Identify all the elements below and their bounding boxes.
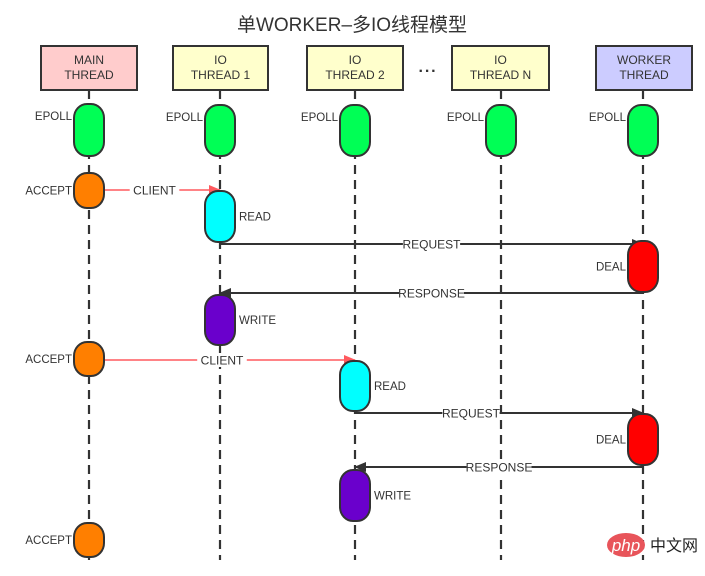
read-label: READ bbox=[374, 381, 406, 393]
accept-label: ACCEPT bbox=[25, 354, 72, 366]
epoll-label: EPOLL bbox=[166, 112, 204, 124]
activation-accept: ACCEPT bbox=[25, 172, 105, 209]
activation-deal: DEAL bbox=[596, 413, 659, 466]
thread-header-label: THREAD bbox=[619, 68, 669, 82]
message-request: REQUEST bbox=[355, 406, 644, 421]
deal-node bbox=[627, 413, 659, 466]
message-request: REQUEST bbox=[220, 237, 644, 252]
epoll-label: EPOLL bbox=[447, 112, 485, 124]
message-label: CLIENT bbox=[133, 184, 176, 198]
ellipsis: ··· bbox=[419, 63, 438, 80]
deal-label: DEAL bbox=[596, 262, 627, 274]
thread-header-label: IO bbox=[494, 53, 507, 67]
thread-header-io1: IOTHREAD 1 bbox=[172, 45, 269, 91]
message-label: CLIENT bbox=[201, 354, 244, 368]
write-node bbox=[204, 294, 236, 346]
activation-deal: DEAL bbox=[596, 240, 659, 293]
activation-epoll: EPOLL bbox=[589, 104, 659, 157]
activation-write: WRITE bbox=[339, 469, 411, 522]
activations: EPOLL EPOLL EPOLL EPOLL EPOLL ACCEPT READ DEAL W… bbox=[25, 103, 659, 558]
message-label: RESPONSE bbox=[398, 287, 465, 301]
thread-header-label: THREAD 2 bbox=[325, 68, 385, 82]
thread-header-label: THREAD bbox=[64, 68, 114, 82]
watermark-logo: php bbox=[611, 536, 640, 555]
activation-accept: ACCEPT bbox=[25, 522, 105, 558]
accept-node bbox=[73, 341, 105, 377]
deal-node bbox=[627, 240, 659, 293]
read-node bbox=[204, 190, 236, 243]
accept-label: ACCEPT bbox=[25, 535, 72, 547]
message-label: RESPONSE bbox=[466, 461, 533, 475]
thread-header-worker: WORKERTHREAD bbox=[595, 45, 693, 91]
thread-header-label: MAIN bbox=[74, 53, 104, 67]
epoll-label: EPOLL bbox=[589, 112, 627, 124]
thread-header-ion: IOTHREAD N bbox=[451, 45, 550, 91]
read-label: READ bbox=[239, 212, 271, 224]
message-label: REQUEST bbox=[442, 407, 501, 421]
write-label: WRITE bbox=[374, 491, 411, 503]
thread-header-main: MAINTHREAD bbox=[40, 45, 138, 91]
message-client: CLIENT bbox=[103, 353, 356, 368]
watermark: php 中文网 bbox=[607, 533, 698, 557]
diagram-title: 单WORKER–多IO线程模型 bbox=[237, 14, 467, 36]
message-label: REQUEST bbox=[402, 238, 461, 252]
read-node bbox=[339, 360, 371, 412]
epoll-node bbox=[339, 104, 371, 157]
epoll-label: EPOLL bbox=[301, 112, 339, 124]
write-node bbox=[339, 469, 371, 522]
message-response: RESPONSE bbox=[354, 460, 643, 475]
activation-read: READ bbox=[204, 190, 271, 243]
activation-read: READ bbox=[339, 360, 406, 412]
thread-header-label: IO bbox=[214, 53, 227, 67]
epoll-node bbox=[627, 104, 659, 157]
activation-epoll: EPOLL bbox=[447, 104, 517, 157]
accept-node bbox=[73, 172, 105, 209]
thread-header-label: THREAD 1 bbox=[191, 68, 251, 82]
thread-header-label: THREAD N bbox=[470, 68, 531, 82]
epoll-node bbox=[73, 103, 105, 157]
activation-accept: ACCEPT bbox=[25, 341, 105, 377]
sequence-diagram: 单WORKER–多IO线程模型 MAINTHREADIOTHREAD 1IOTH… bbox=[25, 14, 698, 560]
activation-write: WRITE bbox=[204, 294, 276, 346]
activation-epoll: EPOLL bbox=[166, 104, 236, 157]
epoll-label: EPOLL bbox=[35, 111, 73, 123]
message-client: CLIENT bbox=[103, 183, 221, 198]
accept-label: ACCEPT bbox=[25, 186, 72, 198]
deal-label: DEAL bbox=[596, 435, 627, 447]
thread-header-label: WORKER bbox=[617, 53, 671, 67]
thread-header-io2: IOTHREAD 2 bbox=[306, 45, 404, 91]
activation-epoll: EPOLL bbox=[301, 104, 371, 157]
epoll-node bbox=[485, 104, 517, 157]
thread-headers: MAINTHREADIOTHREAD 1IOTHREAD 2IOTHREAD N… bbox=[40, 45, 693, 91]
message-response: RESPONSE bbox=[219, 286, 643, 301]
write-label: WRITE bbox=[239, 315, 276, 327]
accept-node bbox=[73, 522, 105, 558]
activation-epoll: EPOLL bbox=[35, 103, 105, 157]
thread-header-label: IO bbox=[349, 53, 362, 67]
watermark-text: 中文网 bbox=[650, 537, 698, 555]
messages: CLIENT REQUEST RESPONSE CLIENT REQUEST RESPON… bbox=[103, 183, 644, 475]
epoll-node bbox=[204, 104, 236, 157]
